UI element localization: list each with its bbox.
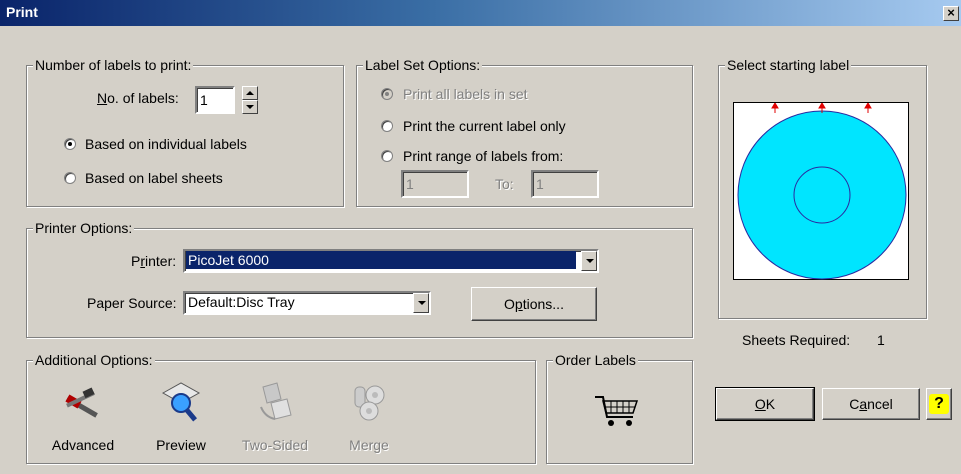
two-sided-tool: Two-Sided <box>233 379 317 461</box>
two-sided-icon <box>260 382 292 420</box>
label-set-options-legend: Label Set Options: <box>363 57 483 73</box>
no-of-labels-input[interactable]: 1 <box>195 86 235 114</box>
radio-print-range-label: Print range of labels from: <box>403 148 564 164</box>
no-of-labels-spinner[interactable] <box>242 86 258 114</box>
advanced-label: Advanced <box>51 437 115 453</box>
order-labels-button[interactable] <box>593 391 643 431</box>
cancel-button[interactable]: Cancel <box>822 388 920 420</box>
additional-options-legend: Additional Options: <box>33 352 155 368</box>
spin-down-icon[interactable] <box>242 100 258 114</box>
radio-print-current-label: Print the current label only <box>403 118 566 134</box>
tools-icon <box>65 387 98 418</box>
preview-tool[interactable]: Preview <box>139 379 223 461</box>
disc-hub <box>793 166 851 224</box>
sheets-required-value: 1 <box>877 332 885 348</box>
shopping-cart-icon <box>595 396 639 426</box>
printer-options-legend: Printer Options: <box>33 220 135 236</box>
radio-print-range[interactable] <box>381 150 393 162</box>
merge-label: Merge <box>349 437 389 453</box>
title-bar: Print × <box>0 0 961 26</box>
starting-label-legend: Select starting label <box>725 57 852 73</box>
arrow-up-icon <box>864 102 872 113</box>
order-labels-legend: Order Labels <box>553 352 638 368</box>
radio-print-current[interactable] <box>381 120 393 132</box>
printer-select[interactable]: PicoJet 6000 <box>183 249 599 273</box>
printer-label: Printer: <box>131 253 177 269</box>
range-from-input[interactable]: 1 <box>401 170 469 198</box>
advanced-tool[interactable]: Advanced <box>41 379 125 461</box>
radio-print-all-label: Print all labels in set <box>403 86 528 102</box>
close-button[interactable]: × <box>943 6 959 21</box>
printer-options-group: Printer Options: Printer: PicoJet 6000 P… <box>26 220 693 338</box>
radio-based-on-sheets-label: Based on label sheets <box>85 170 223 186</box>
sheets-required-label: Sheets Required: <box>742 332 851 348</box>
spin-up-icon[interactable] <box>242 86 258 100</box>
printer-selected-value: PicoJet 6000 <box>186 251 576 269</box>
ok-button[interactable]: OK <box>715 387 815 421</box>
radio-based-on-individual[interactable] <box>64 138 76 150</box>
labels-to-print-legend: Number of labels to print: <box>33 57 194 73</box>
window-title: Print <box>6 4 38 20</box>
help-icon: ? <box>929 394 949 414</box>
starting-label-group: Select starting label <box>718 57 927 319</box>
radio-based-on-individual-label: Based on individual labels <box>85 136 247 152</box>
paper-source-select[interactable]: Default:Disc Tray <box>183 291 431 315</box>
label-set-options-group: Label Set Options: Print all labels in s… <box>356 57 693 207</box>
order-labels-group: Order Labels <box>546 352 693 464</box>
chevron-down-icon[interactable] <box>413 293 429 313</box>
close-icon: × <box>947 5 955 20</box>
magnifier-icon <box>161 382 201 422</box>
merge-icon <box>354 385 385 421</box>
radio-print-all[interactable] <box>381 88 393 100</box>
merge-tool: Merge <box>327 379 411 461</box>
range-to-input[interactable]: 1 <box>531 170 599 198</box>
preview-label: Preview <box>156 437 206 453</box>
additional-options-group: Additional Options: Advanced Preview Two… <box>26 352 536 464</box>
two-sided-label: Two-Sided <box>241 437 309 453</box>
paper-source-label: Paper Source: <box>87 295 177 311</box>
arrow-up-icon <box>771 102 779 113</box>
label-preview[interactable] <box>733 102 909 280</box>
disc-label-preview[interactable] <box>734 102 910 281</box>
labels-to-print-group: Number of labels to print: No. of labels… <box>26 57 344 207</box>
chevron-down-icon[interactable] <box>581 251 597 271</box>
help-button[interactable]: ? <box>926 388 952 420</box>
range-to-label: To: <box>495 176 514 192</box>
radio-based-on-sheets[interactable] <box>64 172 76 184</box>
options-button[interactable]: Options... <box>471 287 597 321</box>
no-of-labels-label: No. of labels: <box>97 90 179 106</box>
